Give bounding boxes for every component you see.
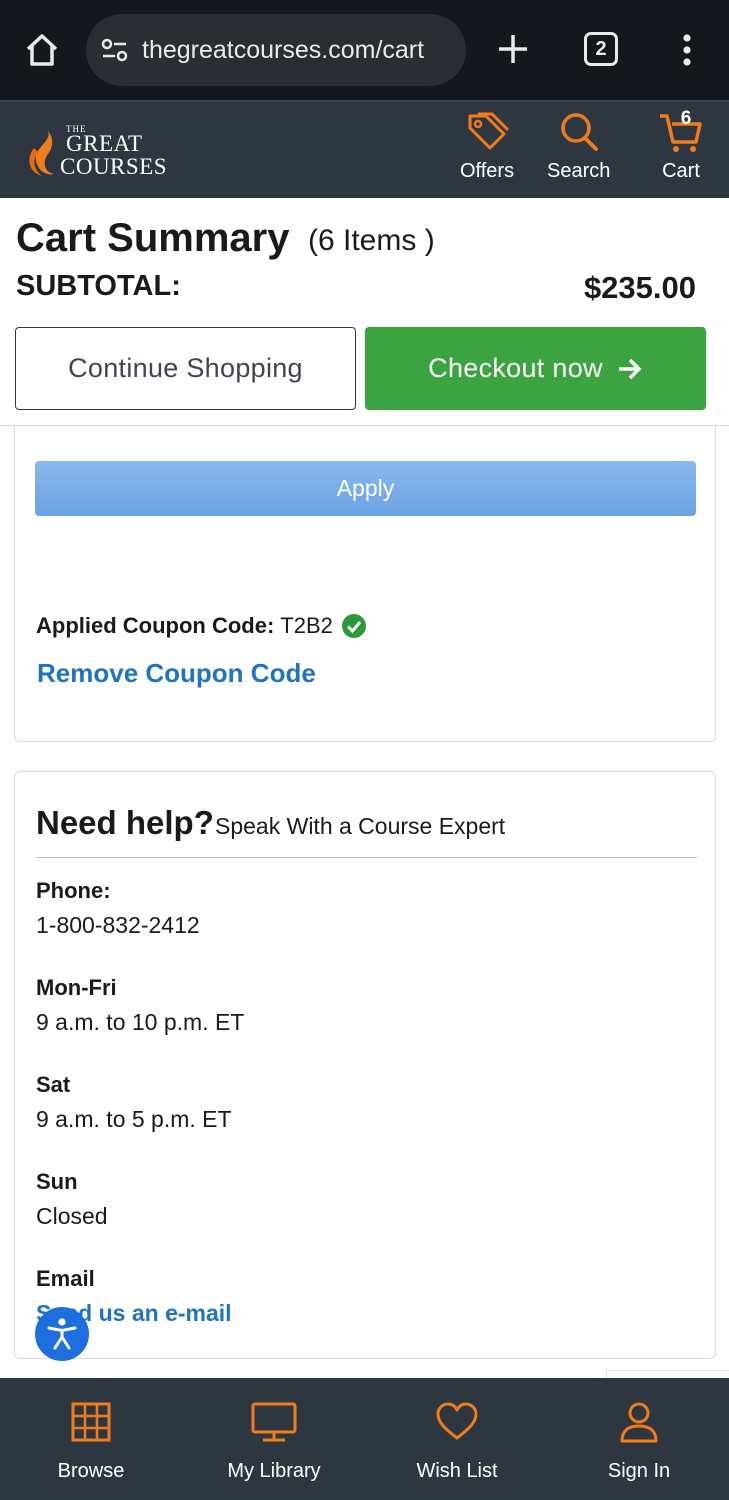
nav-browse-label: Browse <box>57 1460 125 1482</box>
site-settings-icon[interactable] <box>98 33 132 67</box>
heart-icon <box>436 1402 478 1440</box>
sun-hours: Closed <box>36 1203 108 1229</box>
checkout-now-button[interactable]: Checkout now <box>365 327 706 410</box>
nav-browse[interactable]: Browse <box>11 1400 171 1483</box>
sat-hours: 9 a.m. to 5 p.m. ET <box>36 1106 232 1132</box>
nav-my-library[interactable]: My Library <box>194 1400 354 1483</box>
help-card: Need help? Speak With a Course Expert Ph… <box>14 771 716 1359</box>
nav-wish-list-label: Wish List <box>416 1460 498 1482</box>
nav-wish-list[interactable]: Wish List <box>377 1400 537 1483</box>
monfri-label: Mon-Fri <box>36 975 117 1000</box>
cart-summary-title: Cart Summary <box>16 216 290 260</box>
cart-label: Cart <box>662 160 700 182</box>
divider <box>36 857 697 858</box>
remove-coupon-link[interactable]: Remove Coupon Code <box>37 658 316 689</box>
offers-button[interactable]: Offers <box>460 110 514 183</box>
apply-label: Apply <box>336 475 395 501</box>
browser-toolbar: thegreatcourses.com/cart 2 <box>0 0 729 100</box>
search-icon <box>560 113 598 151</box>
cart-count-badge: 6 <box>680 108 692 129</box>
home-icon[interactable] <box>22 30 62 70</box>
apply-coupon-button[interactable]: Apply <box>35 461 696 516</box>
help-title: Need help? <box>36 804 214 841</box>
cart-summary-panel: Cart Summary (6 Items ) SUBTOTAL: $235.0… <box>0 198 729 426</box>
url-text: thegreatcourses.com/cart <box>142 35 425 64</box>
offers-label: Offers <box>460 160 515 182</box>
continue-shopping-label: Continue Shopping <box>68 353 303 383</box>
grid-icon <box>71 1402 111 1442</box>
phone-value[interactable]: 1-800-832-2412 <box>36 912 200 939</box>
tag-icon <box>468 112 510 150</box>
checkout-now-label: Checkout now <box>428 353 603 383</box>
email-label: Email <box>36 1266 95 1291</box>
bottom-navigation: Browse My Library Wish List Sign In <box>0 1378 729 1500</box>
address-bar[interactable]: thegreatcourses.com/cart <box>86 14 466 86</box>
search-label: Search <box>547 160 611 182</box>
tab-switcher-button[interactable]: 2 <box>584 32 618 66</box>
nav-sign-in-label: Sign In <box>607 1460 671 1482</box>
nav-my-library-label: My Library <box>227 1460 321 1482</box>
applied-coupon-code: T2B2 <box>280 613 333 638</box>
logo-courses: COURSES <box>60 154 168 179</box>
accessibility-icon <box>47 1318 77 1350</box>
subtotal-value: $235.00 <box>583 270 696 305</box>
coupon-card: Apply Applied Coupon Code: T2B2 Remove C… <box>14 426 716 742</box>
cart-item-count: (6 Items ) <box>308 224 435 257</box>
new-tab-icon[interactable] <box>494 30 532 68</box>
tab-count: 2 <box>595 37 607 60</box>
applied-coupon-label: Applied Coupon Code: <box>36 613 275 638</box>
sat-label: Sat <box>36 1072 71 1097</box>
arrow-right-icon <box>618 358 642 379</box>
help-subtitle: Speak With a Course Expert <box>215 813 506 839</box>
great-courses-logo[interactable]: THE GREAT COURSES <box>26 122 176 182</box>
applied-coupon-row: Applied Coupon Code: T2B2 <box>36 613 367 639</box>
more-menu-icon[interactable] <box>676 30 698 70</box>
continue-shopping-button[interactable]: Continue Shopping <box>15 327 356 410</box>
nav-sign-in[interactable]: Sign In <box>559 1400 719 1483</box>
monfri-hours: 9 a.m. to 10 p.m. ET <box>36 1009 245 1035</box>
accessibility-button[interactable] <box>35 1307 89 1361</box>
phone-label: Phone: <box>36 878 111 903</box>
recaptcha-badge <box>606 1370 729 1378</box>
subtotal-label: SUBTOTAL: <box>16 270 181 302</box>
check-circle-icon <box>341 614 366 638</box>
sun-label: Sun <box>36 1169 78 1194</box>
cart-button[interactable]: 6 Cart <box>658 108 704 183</box>
flame-logo-icon <box>29 128 54 176</box>
user-icon <box>620 1402 658 1443</box>
search-button[interactable]: Search <box>547 110 610 183</box>
monitor-icon <box>251 1402 297 1442</box>
site-header: THE GREAT COURSES Offers Search 6 Cart <box>0 100 729 198</box>
